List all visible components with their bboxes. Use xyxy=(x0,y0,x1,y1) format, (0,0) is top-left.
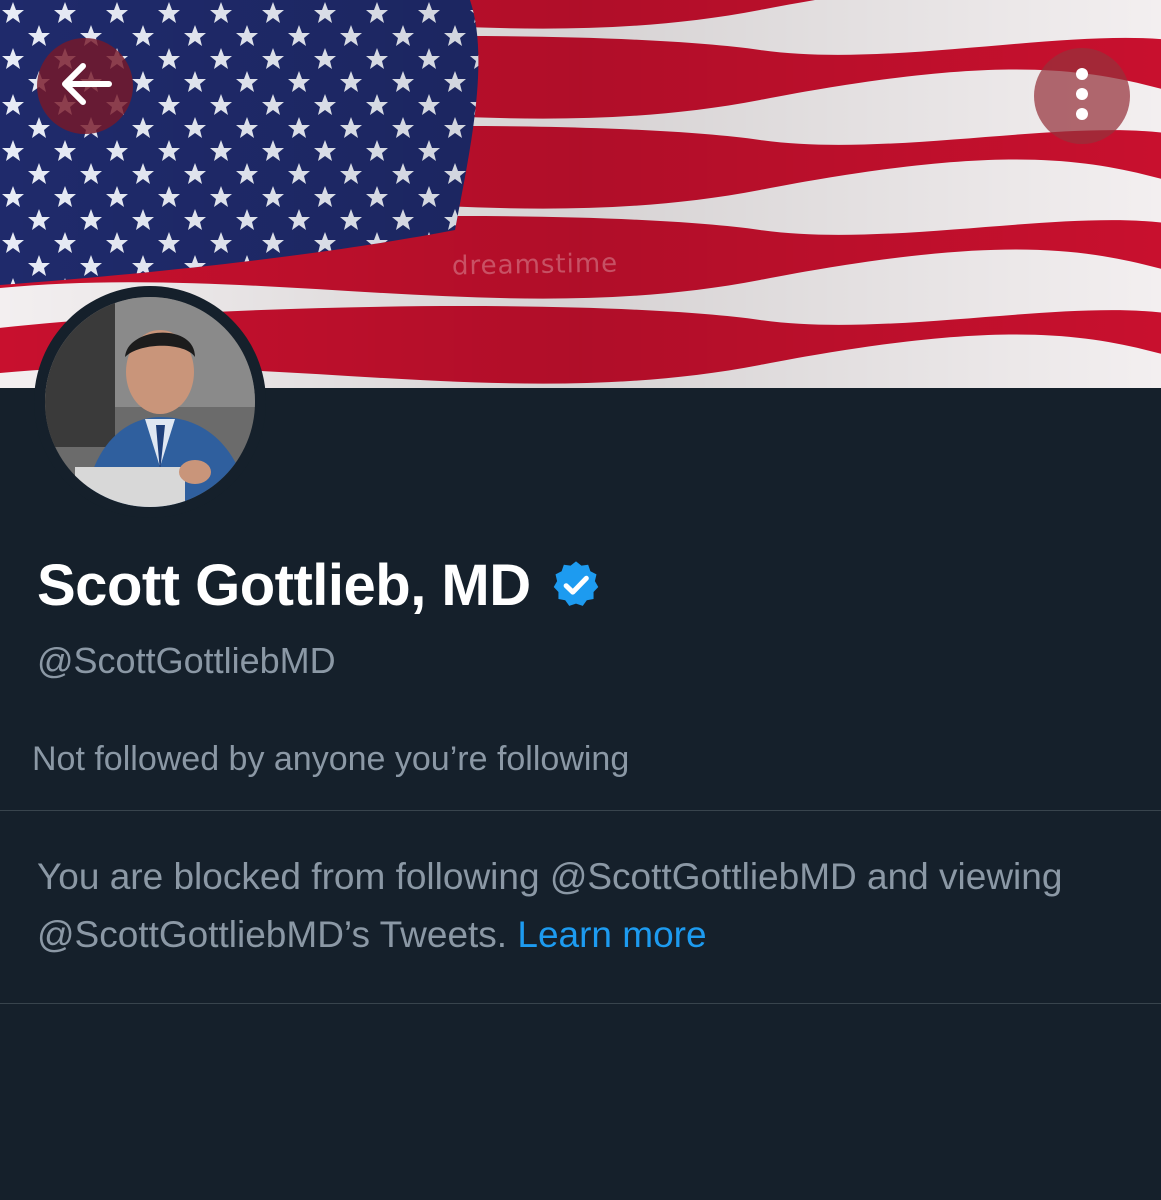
avatar[interactable] xyxy=(34,286,266,518)
back-button[interactable] xyxy=(37,38,133,134)
followed-by-text: Not followed by anyone you’re following xyxy=(32,740,630,778)
blocked-notice: You are blocked from following @ScottGot… xyxy=(37,848,1137,964)
verified-badge-icon[interactable] xyxy=(549,558,603,617)
arrow-left-icon xyxy=(57,61,113,112)
banner-watermark: dreamstime xyxy=(451,248,619,282)
divider xyxy=(0,810,1161,811)
profile-handle: @ScottGottliebMD xyxy=(37,640,336,681)
more-options-button[interactable] xyxy=(1034,48,1130,144)
profile-name: Scott Gottlieb, MD xyxy=(37,553,531,618)
more-vertical-icon xyxy=(1074,66,1090,127)
avatar-photo xyxy=(45,297,255,507)
learn-more-link[interactable]: Learn more xyxy=(517,914,706,955)
divider xyxy=(0,1003,1161,1004)
profile-name-row: Scott Gottlieb, MD xyxy=(37,552,603,619)
